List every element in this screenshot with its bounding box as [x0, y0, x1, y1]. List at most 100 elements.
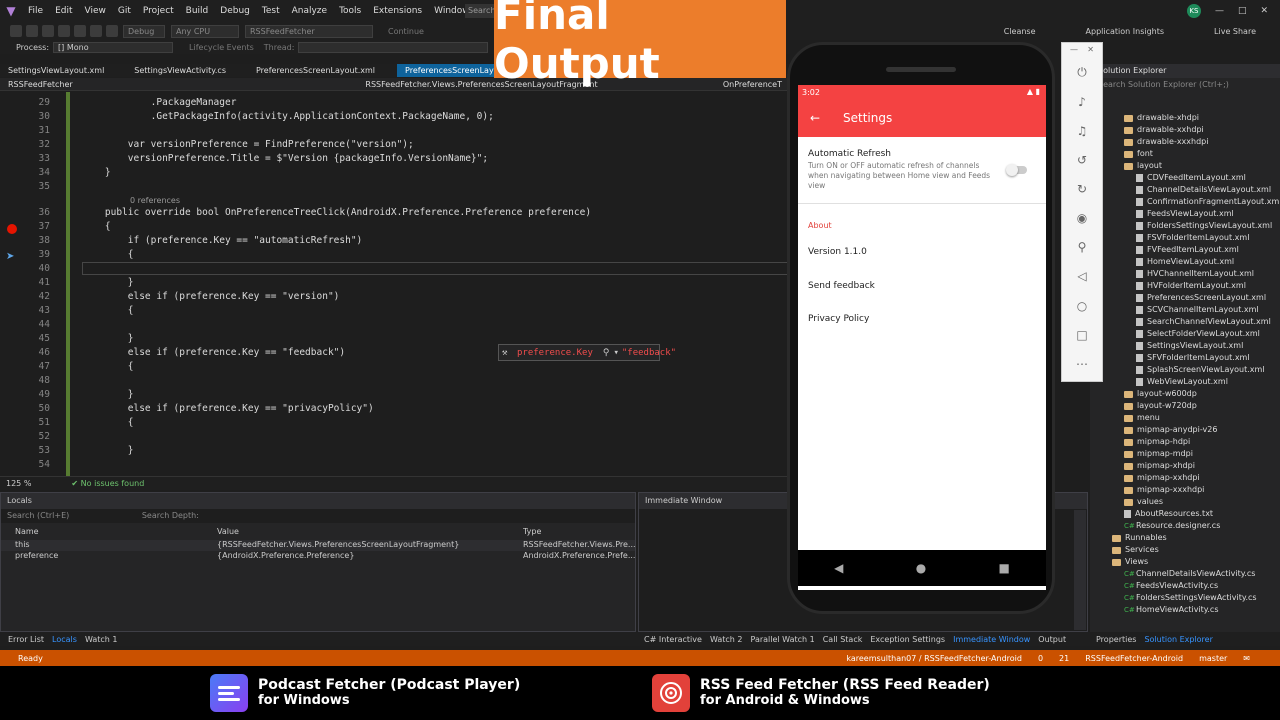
solution-tree-item[interactable]: mipmap-anydpi-v26 [1124, 424, 1217, 436]
redo-icon[interactable] [106, 25, 118, 37]
column-value[interactable]: Value [217, 527, 523, 539]
code-line[interactable]: 29 .PackageManager [0, 96, 790, 110]
notifications-icon[interactable]: ✉ [1243, 654, 1250, 663]
tab-solution-explorer[interactable]: Solution Explorer [1144, 635, 1212, 644]
tab-immediate-window[interactable]: Immediate Window [953, 635, 1030, 644]
solution-tree-item[interactable]: SplashScreenViewLayout.xml [1136, 364, 1265, 376]
code-line[interactable]: 31 [0, 124, 790, 138]
process-dropdown[interactable]: [] Mono [53, 41, 174, 53]
menu-git[interactable]: Git [112, 0, 137, 22]
solution-tree-item[interactable]: C# Resource.designer.cs [1124, 520, 1220, 532]
solution-tree-item[interactable]: Runnables [1112, 532, 1167, 544]
send-feedback-item[interactable]: Send feedback [808, 281, 875, 291]
volume-down-icon[interactable]: ♫ [1075, 124, 1089, 138]
repo-indicator[interactable]: kareemsulthan07 / RSSFeedFetcher-Android [846, 654, 1022, 663]
camera-icon[interactable]: ◉ [1075, 211, 1089, 225]
power-icon[interactable]: ⏻ [1075, 65, 1089, 79]
code-line[interactable]: 47 { [0, 360, 790, 374]
auto-refresh-title[interactable]: Automatic Refresh [808, 149, 891, 159]
solution-tree-item[interactable]: SettingsViewLayout.xml [1136, 340, 1243, 352]
solution-tree-item[interactable]: FeedsViewLayout.xml [1136, 208, 1234, 220]
cleanse-button[interactable]: Cleanse [1004, 27, 1036, 36]
project-indicator[interactable]: RSSFeedFetcher-Android [1085, 654, 1183, 663]
solution-tree-item[interactable]: SCVChannelItemLayout.xml [1136, 304, 1259, 316]
rotate-right-icon[interactable]: ↻ [1075, 182, 1089, 196]
nav-project-dropdown[interactable]: RSSFeedFetcher [0, 80, 357, 89]
code-line[interactable]: 33 versionPreference.Title = $"Version {… [0, 152, 790, 166]
more-icon[interactable]: ⋯ [1075, 357, 1089, 371]
emulator-minimize-icon[interactable]: — [1070, 45, 1078, 54]
minimize-icon[interactable]: — [1215, 6, 1224, 16]
startup-project-dropdown[interactable]: RSSFeedFetcher [245, 24, 373, 38]
solution-tree-item[interactable]: PreferencesScreenLayout.xml [1136, 292, 1266, 304]
thread-dropdown[interactable] [298, 41, 489, 53]
code-editor[interactable]: ➤ 0 references 29 .PackageManager 30 .Get… [0, 92, 790, 476]
solution-tree-item[interactable]: AboutResources.txt [1124, 508, 1213, 520]
locals-row[interactable]: preference {AndroidX.Preference.Preferen… [1, 551, 635, 562]
privacy-policy-item[interactable]: Privacy Policy [808, 314, 869, 324]
undo-icon[interactable] [90, 25, 102, 37]
solution-tree-item[interactable]: mipmap-xxhdpi [1124, 472, 1200, 484]
save-all-icon[interactable] [74, 25, 86, 37]
tab-properties[interactable]: Properties [1096, 635, 1136, 644]
solution-tree-item[interactable]: mipmap-xxxhdpi [1124, 484, 1204, 496]
avatar[interactable]: KS [1186, 4, 1201, 18]
code-line[interactable]: 52 [0, 430, 790, 444]
locals-row[interactable]: this {RSSFeedFetcher.Views.PreferencesSc… [1, 540, 635, 551]
solution-tree-item[interactable]: CDVFeedItemLayout.xml [1136, 172, 1246, 184]
solution-tree-item[interactable]: Services [1112, 544, 1159, 556]
branch-indicator[interactable]: master [1199, 654, 1227, 663]
tab-locals[interactable]: Locals [52, 635, 77, 644]
immediate-scrollbar[interactable] [1074, 510, 1086, 630]
tab-csharp-interactive[interactable]: C# Interactive [644, 635, 702, 644]
solution-tree-item[interactable]: mipmap-hdpi [1124, 436, 1190, 448]
solution-tree-item[interactable]: WebViewLayout.xml [1136, 376, 1228, 388]
solution-tree-item[interactable]: FSVFolderItemLayout.xml [1136, 232, 1249, 244]
solution-tree-item[interactable]: HomeViewLayout.xml [1136, 256, 1234, 268]
forward-icon[interactable] [26, 25, 38, 37]
code-line[interactable]: 50 else if (preference.Key == "privacyPo… [0, 402, 790, 416]
back-arrow-icon[interactable]: ← [810, 111, 820, 125]
solution-tree-item[interactable]: SFVFolderItemLayout.xml [1136, 352, 1250, 364]
new-file-icon[interactable] [42, 25, 54, 37]
code-line[interactable]: 51 { [0, 416, 790, 430]
solution-tree-item[interactable]: FVFeedItemLayout.xml [1136, 244, 1239, 256]
column-type[interactable]: Type [523, 527, 635, 539]
menu-analyze[interactable]: Analyze [286, 0, 333, 22]
solution-tree-item[interactable]: C# FeedsViewActivity.cs [1124, 580, 1218, 592]
solution-tree-item[interactable]: values [1124, 496, 1163, 508]
code-line[interactable]: 39 { [0, 248, 790, 262]
datatip-expression[interactable]: ⚒ preference.Key [499, 348, 593, 358]
menu-project[interactable]: Project [137, 0, 180, 22]
platform-dropdown[interactable]: Any CPU [171, 24, 239, 38]
code-line[interactable]: 43 { [0, 304, 790, 318]
menu-test[interactable]: Test [256, 0, 286, 22]
code-line[interactable]: 36 public override bool OnPreferenceTree… [0, 206, 790, 220]
solution-tree-item[interactable]: menu [1124, 412, 1160, 424]
overview-icon[interactable]: □ [1075, 328, 1089, 342]
tab-settings-view-layout[interactable]: SettingsViewLayout.xml [0, 64, 112, 77]
nav-recents-icon[interactable]: ■ [999, 561, 1010, 575]
solution-tree-item[interactable]: C# FoldersSettingsViewActivity.cs [1124, 592, 1257, 604]
code-line[interactable]: 37 { [0, 220, 790, 234]
solution-tree-item[interactable]: mipmap-mdpi [1124, 448, 1193, 460]
solution-tree-item[interactable]: SelectFolderViewLayout.xml [1136, 328, 1260, 340]
rotate-left-icon[interactable]: ↺ [1075, 153, 1089, 167]
code-line[interactable]: 30 .GetPackageInfo(activity.ApplicationC… [0, 110, 790, 124]
codelens-references[interactable]: 0 references [130, 196, 180, 205]
tab-exception-settings[interactable]: Exception Settings [870, 635, 945, 644]
datatip-dropdown-icon[interactable]: ▾ [613, 348, 618, 358]
app-insights-button[interactable]: Application Insights [1086, 27, 1165, 36]
tab-parallel-watch[interactable]: Parallel Watch 1 [750, 635, 814, 644]
lifecycle-events-button[interactable]: Lifecycle Events [189, 43, 254, 52]
solution-tree-item[interactable]: drawable-xxhdpi [1124, 124, 1204, 136]
solution-tree-item[interactable]: FoldersSettingsViewLayout.xml [1136, 220, 1272, 232]
menu-tools[interactable]: Tools [333, 0, 367, 22]
solution-tree-item[interactable]: SearchChannelViewLayout.xml [1136, 316, 1271, 328]
code-line[interactable]: 44 [0, 318, 790, 332]
live-share-button[interactable]: Live Share [1214, 27, 1256, 36]
code-line[interactable]: 38 if (preference.Key == "automaticRefre… [0, 234, 790, 248]
config-dropdown[interactable]: Debug [123, 24, 165, 38]
tab-watch-2[interactable]: Watch 2 [710, 635, 743, 644]
solution-tree-item[interactable]: layout [1124, 160, 1162, 172]
